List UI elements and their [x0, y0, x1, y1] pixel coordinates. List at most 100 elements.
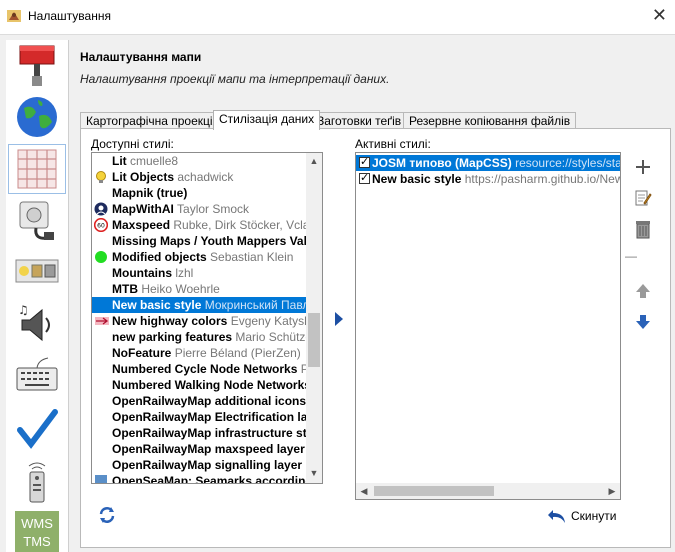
list-item[interactable]: Numbered Cycle Node Networks Po: [92, 361, 315, 377]
scroll-right-icon[interactable]: ▶: [604, 483, 620, 499]
style-enabled-checkbox[interactable]: [359, 170, 370, 186]
tab-styles[interactable]: Стилізація даних: [213, 110, 321, 130]
scroll-down-icon[interactable]: ▼: [306, 465, 322, 481]
list-item[interactable]: Lit cmuelle8: [92, 153, 306, 169]
available-styles-list[interactable]: Lit cmuelle8 Lit Objects achadwick Mapnik …: [91, 152, 323, 484]
toolbar-separator: —: [625, 249, 637, 263]
close-icon[interactable]: ✕: [652, 5, 667, 26]
maxspeed-sign-icon: 60: [93, 217, 109, 233]
list-item[interactable]: NoFeature Pierre Béland (PierZen): [92, 345, 306, 361]
hscroll-thumb[interactable]: [374, 486, 494, 496]
sidebar-item-display[interactable]: [8, 40, 66, 90]
bulb-icon: [94, 170, 108, 184]
reload-styles-button[interactable]: [97, 505, 117, 525]
tab-backup[interactable]: Резервне копіювання файлів: [403, 112, 577, 129]
move-down-button[interactable]: [633, 312, 653, 332]
style-name: Modified objects: [112, 250, 207, 264]
refresh-icon: [99, 507, 115, 523]
toolbar-icon: [15, 259, 59, 283]
style-name: Missing Maps / Youth Mappers Val: [112, 234, 307, 248]
list-item[interactable]: OpenRailwayMap maxspeed layer: [92, 441, 306, 457]
list-item[interactable]: Mapnik (true): [92, 185, 306, 201]
checkmark-icon: [17, 409, 58, 449]
edit-icon: [635, 190, 652, 206]
list-item[interactable]: OpenRailwayMap signalling layer r: [92, 457, 310, 473]
list-item[interactable]: Mountains lzhl: [92, 265, 306, 281]
style-name: New highway colors: [112, 314, 228, 328]
list-item[interactable]: OpenSeaMap: Seamarks according: [92, 473, 313, 483]
sidebar-item-shortcuts[interactable]: [8, 352, 66, 402]
active-styles-hscrollbar[interactable]: ◀ ▶: [356, 483, 620, 499]
active-styles-list[interactable]: JOSM типово (MapCSS) resource://styles/s…: [355, 152, 621, 500]
paint-roller-icon: [19, 45, 55, 86]
list-item[interactable]: JOSM типово (MapCSS) resource://styles/s…: [356, 154, 620, 171]
list-item[interactable]: new parking features Mario Schütze: [92, 329, 312, 345]
scroll-thumb[interactable]: [308, 313, 320, 367]
wms-label: WMS: [21, 516, 53, 531]
list-item[interactable]: OpenRailwayMap Electrification lay: [92, 409, 314, 425]
window-title: Налаштування: [28, 9, 111, 23]
move-up-button[interactable]: [633, 281, 653, 301]
globe-icon: [17, 97, 57, 137]
style-name: JOSM типово (MapCSS): [372, 156, 512, 170]
list-item[interactable]: New highway colors Evgeny Katyshev: [92, 313, 322, 329]
add-style-button[interactable]: [633, 157, 653, 177]
svg-text:60: 60: [97, 223, 105, 230]
preferences-sidebar: ♫ WMS TMS: [6, 40, 69, 552]
list-item[interactable]: New basic style https://pasharm.github.i…: [356, 170, 620, 187]
reset-button[interactable]: Скинути: [547, 507, 616, 525]
mapwithai-icon: [94, 202, 108, 216]
sidebar-item-presets[interactable]: [8, 248, 66, 298]
activate-style-button[interactable]: [329, 309, 349, 329]
list-item[interactable]: New basic style Мокринський Павло: [92, 297, 316, 313]
tab-presets[interactable]: Заготовки теґів: [311, 112, 408, 129]
scroll-up-icon[interactable]: ▲: [306, 153, 322, 169]
list-item[interactable]: Missing Maps / Youth Mappers Val: [92, 233, 307, 249]
undo-icon: [548, 510, 565, 523]
style-author: Taylor Smock: [177, 202, 250, 216]
josm-app-icon: [7, 10, 21, 22]
sidebar-item-imagery[interactable]: WMS TMS: [8, 508, 66, 552]
style-name: OpenRailwayMap signalling layer r: [112, 458, 311, 472]
arrow-line-icon: [94, 314, 109, 328]
available-styles-scrollbar[interactable]: ▲ ▼: [306, 153, 322, 483]
style-name: Lit Objects: [112, 170, 175, 184]
reset-label: Скинути: [571, 509, 617, 523]
list-item[interactable]: Modified objects Sebastian Klein: [92, 249, 306, 265]
style-name: Numbered Cycle Node Networks: [112, 362, 298, 376]
active-styles-label: Активні стилі:: [355, 137, 431, 151]
style-author: cmuelle8: [130, 154, 179, 168]
scroll-left-icon[interactable]: ◀: [356, 483, 372, 499]
list-item[interactable]: Lit Objects achadwick: [92, 169, 306, 185]
style-author: achadwick: [177, 170, 234, 184]
style-name: Mapnik (true): [112, 186, 188, 200]
tab-projection[interactable]: Картографічна проекція: [80, 112, 226, 129]
style-name: OpenRailwayMap additional icons: [112, 394, 307, 408]
list-item[interactable]: OpenRailwayMap infrastructure st: [92, 425, 307, 441]
sidebar-item-audio[interactable]: ♫: [8, 300, 66, 350]
list-item[interactable]: OpenRailwayMap additional icons: [92, 393, 306, 409]
style-enabled-checkbox[interactable]: [359, 154, 370, 170]
edit-style-button[interactable]: [633, 188, 653, 208]
style-name: OpenRailwayMap infrastructure st: [112, 426, 307, 440]
page-title: Налаштування мапи: [80, 50, 202, 64]
sidebar-item-connection[interactable]: [8, 92, 66, 142]
trash-icon: [636, 221, 650, 239]
list-item[interactable]: 60 Maxspeed Rubke, Dirk Stöcker, Vclaw,: [92, 217, 321, 233]
style-name: Maxspeed: [112, 218, 171, 232]
sea-icon: [94, 474, 108, 483]
style-author: Pierre Béland (PierZen): [174, 346, 301, 360]
sidebar-item-plugins[interactable]: [8, 196, 66, 246]
sidebar-item-remote[interactable]: [8, 456, 66, 506]
style-name: MTB: [112, 282, 138, 296]
map-grid-icon: [17, 149, 57, 189]
style-name: new parking features: [112, 330, 233, 344]
list-item[interactable]: MapWithAI Taylor Smock: [92, 201, 306, 217]
sidebar-item-validator[interactable]: [8, 404, 66, 454]
style-name: OpenSeaMap: Seamarks according: [112, 474, 313, 484]
sidebar-item-map[interactable]: [8, 144, 66, 194]
wms-tms-icon: WMS TMS: [15, 511, 59, 552]
list-item[interactable]: MTB Heiko Woehrle: [92, 281, 306, 297]
list-item[interactable]: Numbered Walking Node Networks: [92, 377, 311, 393]
delete-style-button[interactable]: [633, 219, 653, 239]
